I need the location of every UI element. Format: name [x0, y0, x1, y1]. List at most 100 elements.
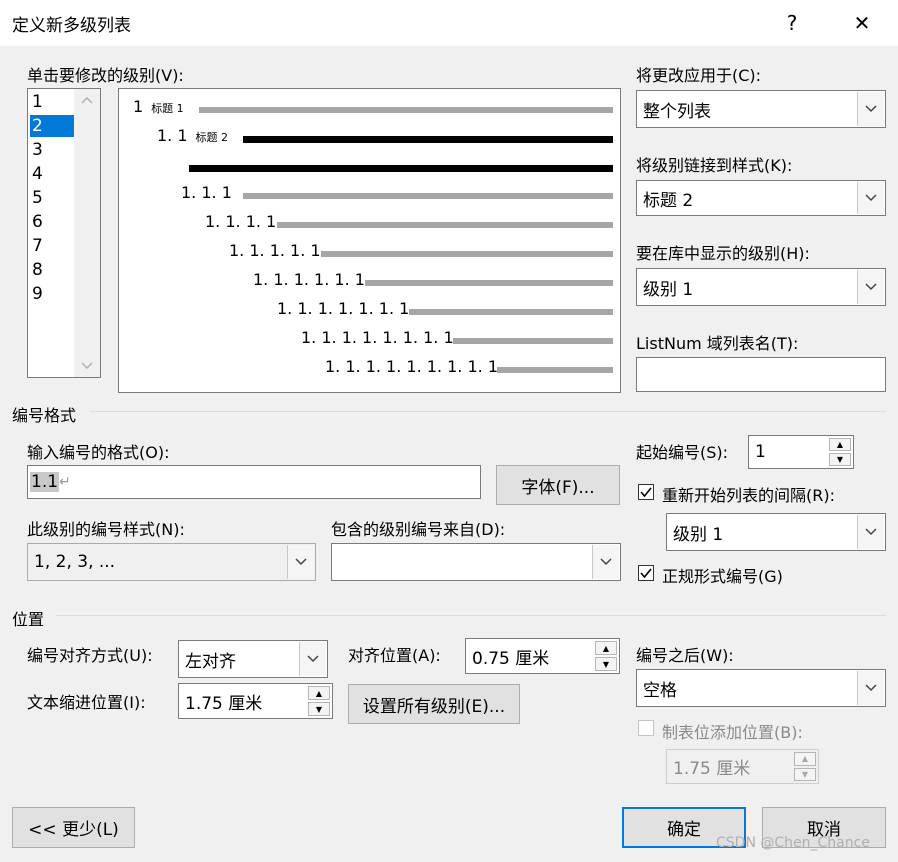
gallery-level-select[interactable]: 级别 1: [636, 268, 886, 306]
start-label: 起始编号(S):: [636, 443, 729, 462]
include-level-select[interactable]: [331, 543, 621, 581]
chevron-down-icon: [287, 545, 314, 579]
alignment-value: 左对齐: [185, 651, 236, 672]
spin-down-icon[interactable]: ▼: [308, 702, 330, 716]
preview-text-bar: [243, 136, 613, 143]
level-item[interactable]: 7: [30, 235, 74, 257]
tab-stop-checkbox[interactable]: [638, 720, 654, 736]
spin-down-icon[interactable]: ▼: [595, 657, 617, 671]
close-icon: ✕: [853, 11, 871, 35]
chevron-down-icon: [299, 642, 326, 676]
spin-down-icon[interactable]: ▼: [829, 453, 851, 466]
preview-number-text: 1. 1. 1: [181, 183, 232, 202]
apply-to-value: 整个列表: [643, 101, 711, 122]
alignment-select[interactable]: 左对齐: [178, 640, 328, 678]
preview-number: 1. 1. 1. 1. 1. 1: [253, 270, 365, 289]
restart-label: 重新开始列表的间隔(R):: [662, 486, 835, 505]
restart-checkbox[interactable]: [638, 484, 654, 500]
indent-label: 文本缩进位置(I):: [27, 693, 146, 712]
chevron-down-icon: [857, 671, 884, 705]
restart-level-value: 级别 1: [673, 524, 724, 545]
preview-text-bar: [321, 251, 613, 257]
spin-up-icon[interactable]: ▲: [595, 641, 617, 655]
listnum-input[interactable]: [636, 357, 886, 392]
preview-number: 1. 1 标题 2: [157, 126, 228, 145]
preview-text-bar: [497, 367, 613, 373]
preview-text-bar: [277, 222, 613, 228]
follow-label: 编号之后(W):: [636, 646, 734, 665]
start-number-value: 1: [755, 442, 766, 462]
level-item[interactable]: 9: [30, 283, 74, 305]
number-style-value: 1, 2, 3, ...: [34, 552, 116, 572]
close-button[interactable]: ✕: [842, 6, 882, 40]
level-item[interactable]: 1: [30, 91, 74, 113]
listnum-label: ListNum 域列表名(T):: [636, 334, 799, 353]
preview-number: 1. 1. 1. 1. 1. 1. 1. 1: [301, 328, 454, 347]
font-button[interactable]: 字体(F)...: [496, 465, 620, 505]
include-label: 包含的级别编号来自(D):: [331, 520, 506, 539]
spin-down-icon[interactable]: ▼: [794, 767, 816, 781]
chevron-down-icon: [857, 270, 884, 304]
preview-style-tag: 标题 2: [195, 131, 229, 144]
level-listbox[interactable]: 123456789: [27, 88, 101, 378]
divider: [90, 411, 886, 412]
style-label: 此级别的编号样式(N):: [27, 520, 185, 539]
legal-checkbox[interactable]: [638, 565, 654, 581]
help-button[interactable]: ?: [772, 6, 812, 40]
chevron-down-icon: [592, 545, 619, 579]
preview-text-bar: [243, 193, 613, 199]
preview-number-text: 1. 1. 1. 1. 1. 1. 1. 1. 1: [325, 357, 498, 376]
chevron-down-icon: [857, 182, 884, 214]
aligned-at-label: 对齐位置(A):: [348, 646, 441, 665]
level-item[interactable]: 6: [30, 211, 74, 233]
preview-number: 1 标题 1: [133, 97, 184, 116]
link-label: 将级别链接到样式(K):: [636, 156, 793, 175]
preview-text-bar: [189, 165, 613, 172]
text-indent-value: 1.75 厘米: [185, 693, 263, 714]
follow-number-value: 空格: [643, 680, 677, 701]
scroll-arrows-icon: [81, 96, 93, 370]
preview-number: 1. 1. 1. 1. 1. 1. 1. 1. 1: [325, 357, 498, 376]
preview-number: 1. 1. 1: [181, 183, 232, 202]
title-bar: [0, 0, 898, 46]
spin-up-icon[interactable]: ▲: [308, 686, 330, 700]
gallery-label: 要在库中显示的级别(H):: [636, 244, 810, 263]
preview-number-text: 1. 1. 1. 1. 1. 1. 1: [277, 299, 410, 318]
format-field-text: 1.1: [30, 472, 60, 492]
restart-level-select[interactable]: 级别 1: [666, 513, 886, 551]
levels-label: 单击要修改的级别(V):: [27, 66, 184, 85]
text-indent-spinner[interactable]: 1.75 厘米 ▲ ▼: [178, 683, 333, 719]
format-label: 输入编号的格式(O):: [27, 443, 170, 462]
preview-text-bar: [199, 107, 613, 113]
preview-text-bar: [453, 338, 613, 344]
spin-up-icon[interactable]: ▲: [829, 438, 851, 451]
level-scrollbar[interactable]: [74, 89, 100, 377]
tab-stop-label: 制表位添加位置(B):: [662, 723, 803, 742]
preview-number-text: 1. 1. 1. 1. 1. 1: [253, 270, 365, 289]
level-item[interactable]: 4: [30, 163, 74, 185]
chevron-down-icon: [857, 92, 884, 126]
level-preview: 1 标题 1 1. 1 标题 2 1. 1. 1 1. 1. 1. 1 1. 1. 1. 1…: [118, 88, 621, 393]
level-item[interactable]: 5: [30, 187, 74, 209]
number-style-select[interactable]: 1, 2, 3, ...: [27, 543, 316, 581]
apply-label: 将更改应用于(C):: [636, 66, 762, 85]
spin-up-icon[interactable]: ▲: [794, 752, 816, 766]
level-item[interactable]: 3: [30, 139, 74, 161]
level-item[interactable]: 8: [30, 259, 74, 281]
link-style-select[interactable]: 标题 2: [636, 180, 886, 216]
preview-number-text: 1: [133, 97, 144, 116]
legal-label: 正规形式编号(G): [662, 567, 783, 586]
link-style-value: 标题 2: [643, 190, 694, 211]
less-button[interactable]: << 更少(L): [12, 807, 135, 848]
follow-number-select[interactable]: 空格: [636, 669, 886, 707]
number-format-input[interactable]: 1.1 ↵: [27, 465, 481, 499]
checkmark-icon: [640, 568, 652, 578]
apply-to-select[interactable]: 整个列表: [636, 90, 886, 128]
set-all-levels-button[interactable]: 设置所有级别(E)...: [348, 684, 520, 724]
preview-number-text: 1. 1. 1. 1: [205, 212, 277, 231]
level-item[interactable]: 2: [30, 115, 74, 137]
tab-stop-spinner[interactable]: 1.75 厘米 ▲ ▼: [666, 749, 819, 784]
start-number-spinner[interactable]: 1 ▲ ▼: [748, 435, 854, 469]
gallery-level-value: 级别 1: [643, 279, 694, 300]
aligned-at-spinner[interactable]: 0.75 厘米 ▲ ▼: [465, 638, 620, 674]
